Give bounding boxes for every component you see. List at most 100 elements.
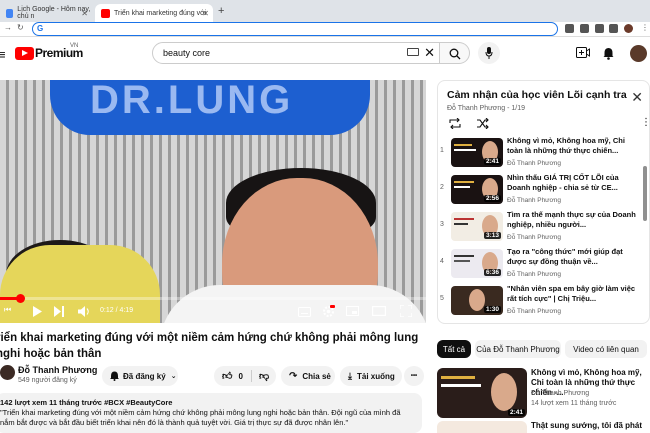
item-number: 1	[440, 147, 444, 154]
like-button[interactable]: 👍︎ 0	[214, 370, 252, 382]
time-current: 0:12	[100, 307, 114, 314]
settings-gear-icon[interactable]	[322, 305, 335, 318]
item-channel: Đỗ Thanh Phương	[507, 160, 562, 167]
next-icon[interactable]	[54, 306, 64, 317]
playlist-scrollbar[interactable]	[643, 166, 647, 221]
channel-name[interactable]: Đỗ Thanh Phương	[18, 365, 97, 375]
item-title: "Nhân viên spa em bây giờ làm việc rất t…	[507, 284, 636, 303]
extension-icon[interactable]	[565, 24, 574, 33]
browser-tab-bar: Lịch Google - Hôm nay, chủ n ✕ Triển kha…	[0, 0, 650, 22]
theater-mode-icon[interactable]	[372, 306, 386, 316]
playlist-actions: ⋮	[447, 117, 649, 131]
like-dislike-group: 👍︎ 0 👎︎	[214, 366, 276, 386]
address-bar-row: → ↻ G ⋮	[0, 22, 650, 37]
shuffle-icon[interactable]	[477, 118, 489, 129]
playlist-subtitle: Đỗ Thanh Phương - 1/19	[447, 105, 526, 112]
extension-icon[interactable]	[580, 24, 589, 33]
search-value: beauty core	[163, 48, 211, 58]
close-playlist-icon[interactable]: ✕	[631, 89, 643, 106]
duration-badge: 3:13	[483, 232, 501, 239]
recommended-video[interactable]: 2:41 Không vì mỏ, Không hoa mỹ, Chỉ toàn…	[437, 368, 650, 420]
more-vert-icon[interactable]: ⋮	[641, 117, 649, 128]
fullscreen-icon[interactable]	[400, 305, 412, 317]
close-icon[interactable]: ✕	[81, 9, 88, 18]
youtube-logo-icon[interactable]	[15, 47, 34, 60]
notifications-bell-icon[interactable]	[603, 47, 614, 60]
item-channel: Đỗ Thanh Phương	[507, 197, 562, 204]
more-vert-icon[interactable]: ⋮	[641, 23, 649, 32]
volume-icon[interactable]	[78, 306, 90, 317]
recommended-video[interactable]: Thật sung sướng, tôi đã phát	[437, 421, 650, 433]
thumbnail: 2:41	[437, 368, 527, 418]
thumbnail: 2:41	[451, 138, 503, 167]
thumbnail: 3:13	[451, 212, 503, 241]
reload-icon[interactable]: ↻	[17, 23, 24, 32]
search-input[interactable]: beauty core ✕	[152, 42, 440, 64]
progress-bar[interactable]	[0, 294, 426, 303]
playlist-item[interactable]: 3 3:13 Tìm ra thế mạnh thực sự của Doanh…	[438, 210, 649, 246]
clear-icon[interactable]: ✕	[424, 45, 435, 61]
banner-text: DR.LUNG	[90, 80, 294, 122]
thumbs-down-icon: 👎︎	[259, 371, 270, 382]
dislike-button[interactable]: 👎︎	[252, 370, 269, 382]
google-icon: G	[37, 24, 44, 33]
download-button[interactable]: ⤓ Tải xuống	[340, 366, 402, 386]
playlist-panel: Cảm nhận của học viên Lõi cạnh tranh Đỗ …	[437, 80, 650, 324]
loop-icon[interactable]	[449, 118, 461, 129]
duration-badge: 2:56	[483, 195, 501, 202]
download-icon: ⤓	[348, 370, 352, 381]
playlist-item[interactable]: 1 2:41 Không vì mỏ, Không hoa mỹ, Chỉ to…	[438, 136, 649, 172]
account-avatar[interactable]	[630, 45, 647, 62]
more-actions-button[interactable]: •••	[404, 366, 424, 386]
menu-icon[interactable]: ≡	[0, 47, 6, 62]
like-count: 0	[238, 371, 243, 381]
thumbnail: 6:36	[451, 249, 503, 278]
thumbnail: 1:30	[451, 286, 503, 315]
search-button[interactable]	[440, 42, 470, 64]
miniplayer-icon[interactable]	[346, 306, 359, 316]
playlist-title[interactable]: Cảm nhận của học viên Lõi cạnh tranh	[447, 89, 627, 101]
item-title: Tạo ra "công thức" mới giúp đạt được sự …	[507, 247, 623, 266]
sidebar-icon[interactable]	[609, 24, 618, 33]
subscribe-label: Đã đăng ký	[123, 371, 166, 381]
share-button[interactable]: ↷ Chia sẻ	[281, 366, 335, 386]
tab-google-calendar[interactable]: Lịch Google - Hôm nay, chủ n ✕	[0, 4, 92, 22]
item-number: 2	[440, 184, 444, 191]
video-player[interactable]: DR.LUNG	[0, 80, 426, 323]
tab-youtube-video[interactable]: Triển khai marketing đúng với ✕	[95, 4, 213, 22]
duration-badge: 6:36	[483, 269, 501, 276]
playlist-item[interactable]: 4 6:36 Tạo ra "công thức" mới giúp đạt đ…	[438, 247, 649, 283]
bell-icon	[110, 371, 119, 381]
item-channel: Đỗ Thanh Phương	[507, 271, 562, 278]
play-icon[interactable]	[33, 306, 42, 317]
youtube-icon	[101, 8, 110, 18]
playlist-item[interactable]: 2 2:56 Nhìn thấu GIÁ TRỊ CỐT LÕI của Doa…	[438, 173, 649, 209]
new-tab-button[interactable]: +	[218, 5, 224, 17]
playlist-item[interactable]: 5 1:30 "Nhân viên spa em bây giờ làm việ…	[438, 284, 649, 320]
description-box[interactable]: 142 lượt xem 11 tháng trước #BCX #Beauty…	[0, 393, 422, 433]
close-icon[interactable]: ✕	[202, 9, 209, 18]
voice-search-button[interactable]	[478, 42, 500, 64]
item-title: Không vì mỏ, Không hoa mỹ, Chỉ toàn là n…	[507, 136, 625, 155]
keyboard-icon[interactable]	[407, 48, 419, 56]
create-video-icon[interactable]	[576, 47, 590, 58]
search-icon	[449, 48, 461, 60]
extensions-puzzle-icon[interactable]	[595, 24, 604, 33]
chip-from-channel[interactable]: Của Đỗ Thanh Phương	[475, 340, 561, 358]
previous-icon[interactable]: ⏮	[4, 305, 11, 315]
subtitles-icon[interactable]	[298, 307, 311, 317]
channel-avatar[interactable]	[0, 365, 15, 380]
share-label: Chia sẻ	[302, 371, 331, 381]
profile-avatar-icon[interactable]	[624, 24, 633, 33]
progress-scrubber[interactable]	[16, 294, 25, 303]
chip-all[interactable]: Tất cả	[437, 340, 471, 358]
channel-name: Đỗ Thanh Phương	[531, 390, 590, 397]
item-number: 3	[440, 221, 444, 228]
address-input[interactable]: G	[32, 22, 558, 36]
forward-icon[interactable]: →	[4, 23, 12, 32]
item-number: 4	[440, 258, 444, 265]
description-text: "Triển khai marketing đúng với một niềm …	[0, 408, 401, 427]
subscribe-button[interactable]: Đã đăng ký ⌄	[102, 366, 178, 386]
item-title: Nhìn thấu GIÁ TRỊ CỐT LÕI của Doanh nghi…	[507, 173, 619, 192]
chip-related[interactable]: Video có liên quan	[565, 340, 647, 358]
